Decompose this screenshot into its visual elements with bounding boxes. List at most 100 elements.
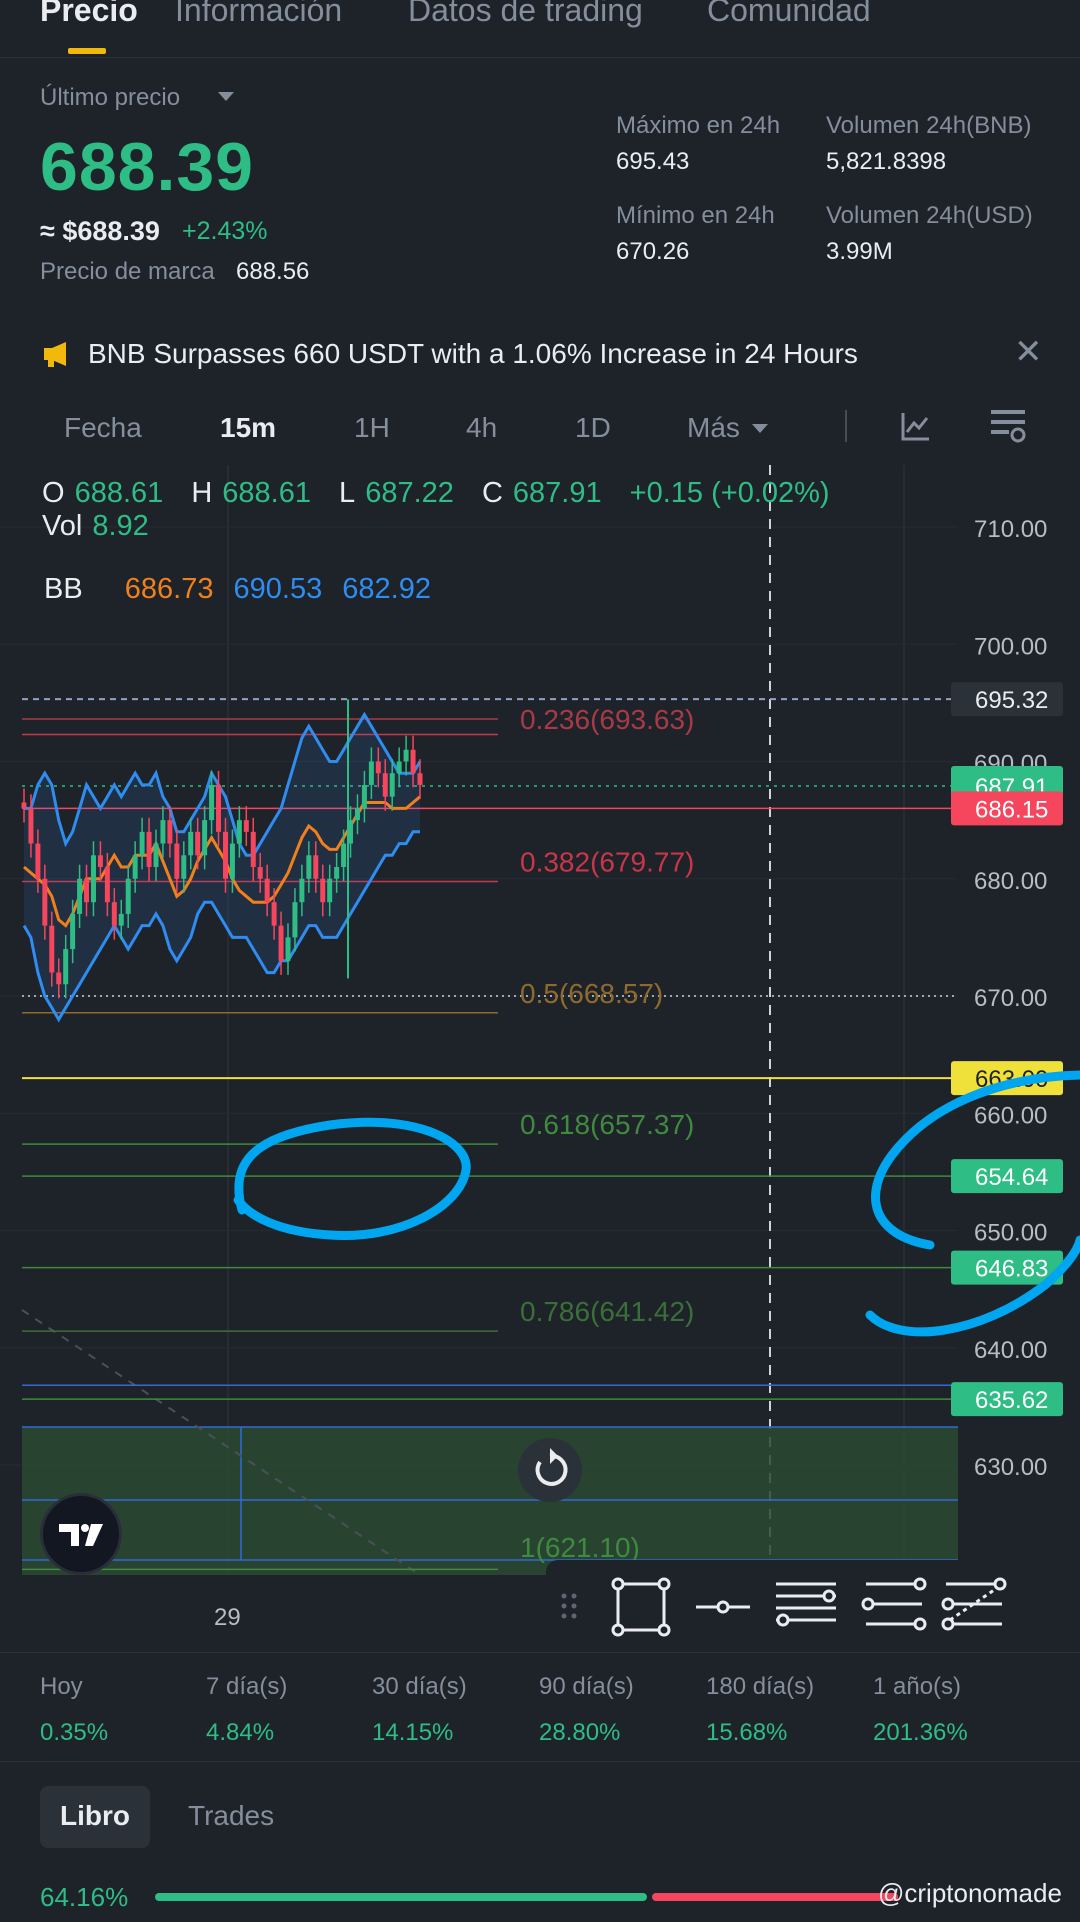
parallel-lines-tool-icon[interactable] [776,1582,836,1627]
candle-body [389,773,395,797]
low-value: 687.22 [365,477,454,509]
interval-15m[interactable]: 15m [220,412,276,444]
mark-price: 688.56 [236,258,310,285]
caret-down-icon[interactable] [218,92,234,101]
high-24h-value: 695.43 [616,148,690,175]
candle-body [84,878,90,903]
perf-value: 4.84% [206,1719,275,1746]
candle-body [90,855,96,903]
zone-rectangle [22,1427,958,1575]
candle-body [77,878,83,914]
interval-fecha[interactable]: Fecha [64,412,142,444]
candle-body [70,913,76,950]
watermark: @criptonomade [878,1878,1062,1908]
y-axis-tick-label: 670.00 [974,985,1047,1012]
candle-body [361,784,367,809]
candle-body [181,855,187,879]
fib-retracement-tool-icon[interactable] [861,1577,927,1631]
perf-value: 28.80% [539,1719,621,1746]
price-tag-label: 695.32 [975,687,1048,714]
candle-body [375,761,381,774]
tab-informacion[interactable]: Información [175,0,342,29]
bb-fill [24,714,420,1020]
price-tag-label: 686.15 [975,796,1048,823]
drag-handle-icon[interactable] [561,1593,577,1619]
change-value: +0.15 (+0.02%) [629,477,830,509]
candle-body [285,937,291,961]
volume-bnb-label: Volumen 24h(BNB) [826,112,1032,139]
candle-body [160,820,166,844]
news-banner[interactable]: BNB Surpasses 660 USDT with a 1.06% Incr… [0,318,1080,388]
reset-chart-button[interactable] [518,1438,582,1502]
low-label: L [339,477,356,509]
volume-usd-value: 3.99M [826,238,893,265]
price-chart[interactable]: 0.236(693.63) 0.382(679.77) 0.5(668.57) 0.6… [0,465,1080,1922]
chart-settings-icon[interactable] [988,406,1028,446]
perf-label: 90 día(s) [539,1673,634,1700]
candle-body [236,820,242,844]
perf-1y: 1 año(s) 201.36% [873,1673,968,1747]
high-value: 688.61 [222,477,311,509]
perf-label: 7 día(s) [206,1673,288,1700]
open-label: O [42,477,65,509]
megaphone-icon [44,342,66,367]
high-label: H [191,477,213,509]
perf-label: 1 año(s) [873,1673,962,1700]
candle-body [97,855,103,868]
fib-level-label: 1(621.10) [520,1532,640,1563]
fib-extension-tool-icon[interactable] [941,1577,1007,1631]
indicators-icon[interactable] [900,410,932,442]
tab-datos-de-trading[interactable]: Datos de trading [408,0,643,29]
tab-trades[interactable]: Trades [168,1786,294,1848]
candle-body [118,913,124,926]
volume-bnb-value: 5,821.8398 [826,148,947,175]
candle-body [188,831,194,856]
perf-today: Hoy 0.35% [40,1673,108,1747]
candle-body [417,773,423,785]
bollinger-readout[interactable]: BB 686.73 690.53 682.92 [44,573,431,606]
book-section: Libro Trades 64.16% @criptonomade [0,1762,1080,1922]
last-price: 688.39 [40,129,254,205]
horizontal-line-tool-icon[interactable] [696,1600,750,1614]
ohlc-readout: O 688.61 H 688.61 L 687.22 C 687.91 +0.15 (+… [42,477,840,543]
candle-body [257,867,263,879]
tab-precio[interactable]: Precio [40,0,138,29]
volume-value: 8.92 [92,510,149,542]
bb-label: BB [44,573,83,605]
interval-1h[interactable]: 1H [354,412,390,444]
candle-body [264,878,270,903]
interval-4h[interactable]: 4h [466,412,497,444]
candle-body [341,843,347,868]
interval-mas[interactable]: Más [687,412,740,444]
perf-value: 0.35% [40,1719,109,1746]
y-axis-tick-label: 680.00 [974,868,1047,895]
candle-body [278,925,284,961]
perf-180d: 180 día(s) 15.68% [706,1673,814,1747]
candle-body [229,843,235,879]
open-value: 688.61 [74,477,164,509]
tradingview-logo-icon [59,1524,103,1546]
y-axis-tick-label: 710.00 [974,516,1047,543]
bb-mid-value: 686.73 [124,573,214,605]
candle-body [28,808,34,844]
tab-libro[interactable]: Libro [40,1786,150,1848]
candle-body [63,949,69,985]
tab-comunidad[interactable]: Comunidad [707,0,871,29]
news-text[interactable]: BNB Surpasses 660 USDT with a 1.06% Incr… [88,338,858,370]
fib-level-label: 0.618(657.37) [520,1109,694,1140]
candle-body [368,761,374,785]
candle-body [271,902,277,926]
fib-level-label: 0.382(679.77) [520,846,694,877]
candle-body [209,784,215,821]
interval-1d[interactable]: 1D [575,412,611,444]
candle-body [202,820,208,856]
close-icon[interactable]: ✕ [1014,332,1043,372]
last-price-label[interactable]: Último precio [40,84,180,112]
rectangle-tool-icon[interactable] [611,1577,671,1637]
candle-body [35,843,41,879]
candle-body [327,878,333,903]
y-axis-tick-label: 660.00 [974,1102,1047,1129]
perf-30d: 30 día(s) 14.15% [372,1673,467,1747]
caret-down-icon[interactable] [752,424,768,433]
candle-body [21,802,27,809]
